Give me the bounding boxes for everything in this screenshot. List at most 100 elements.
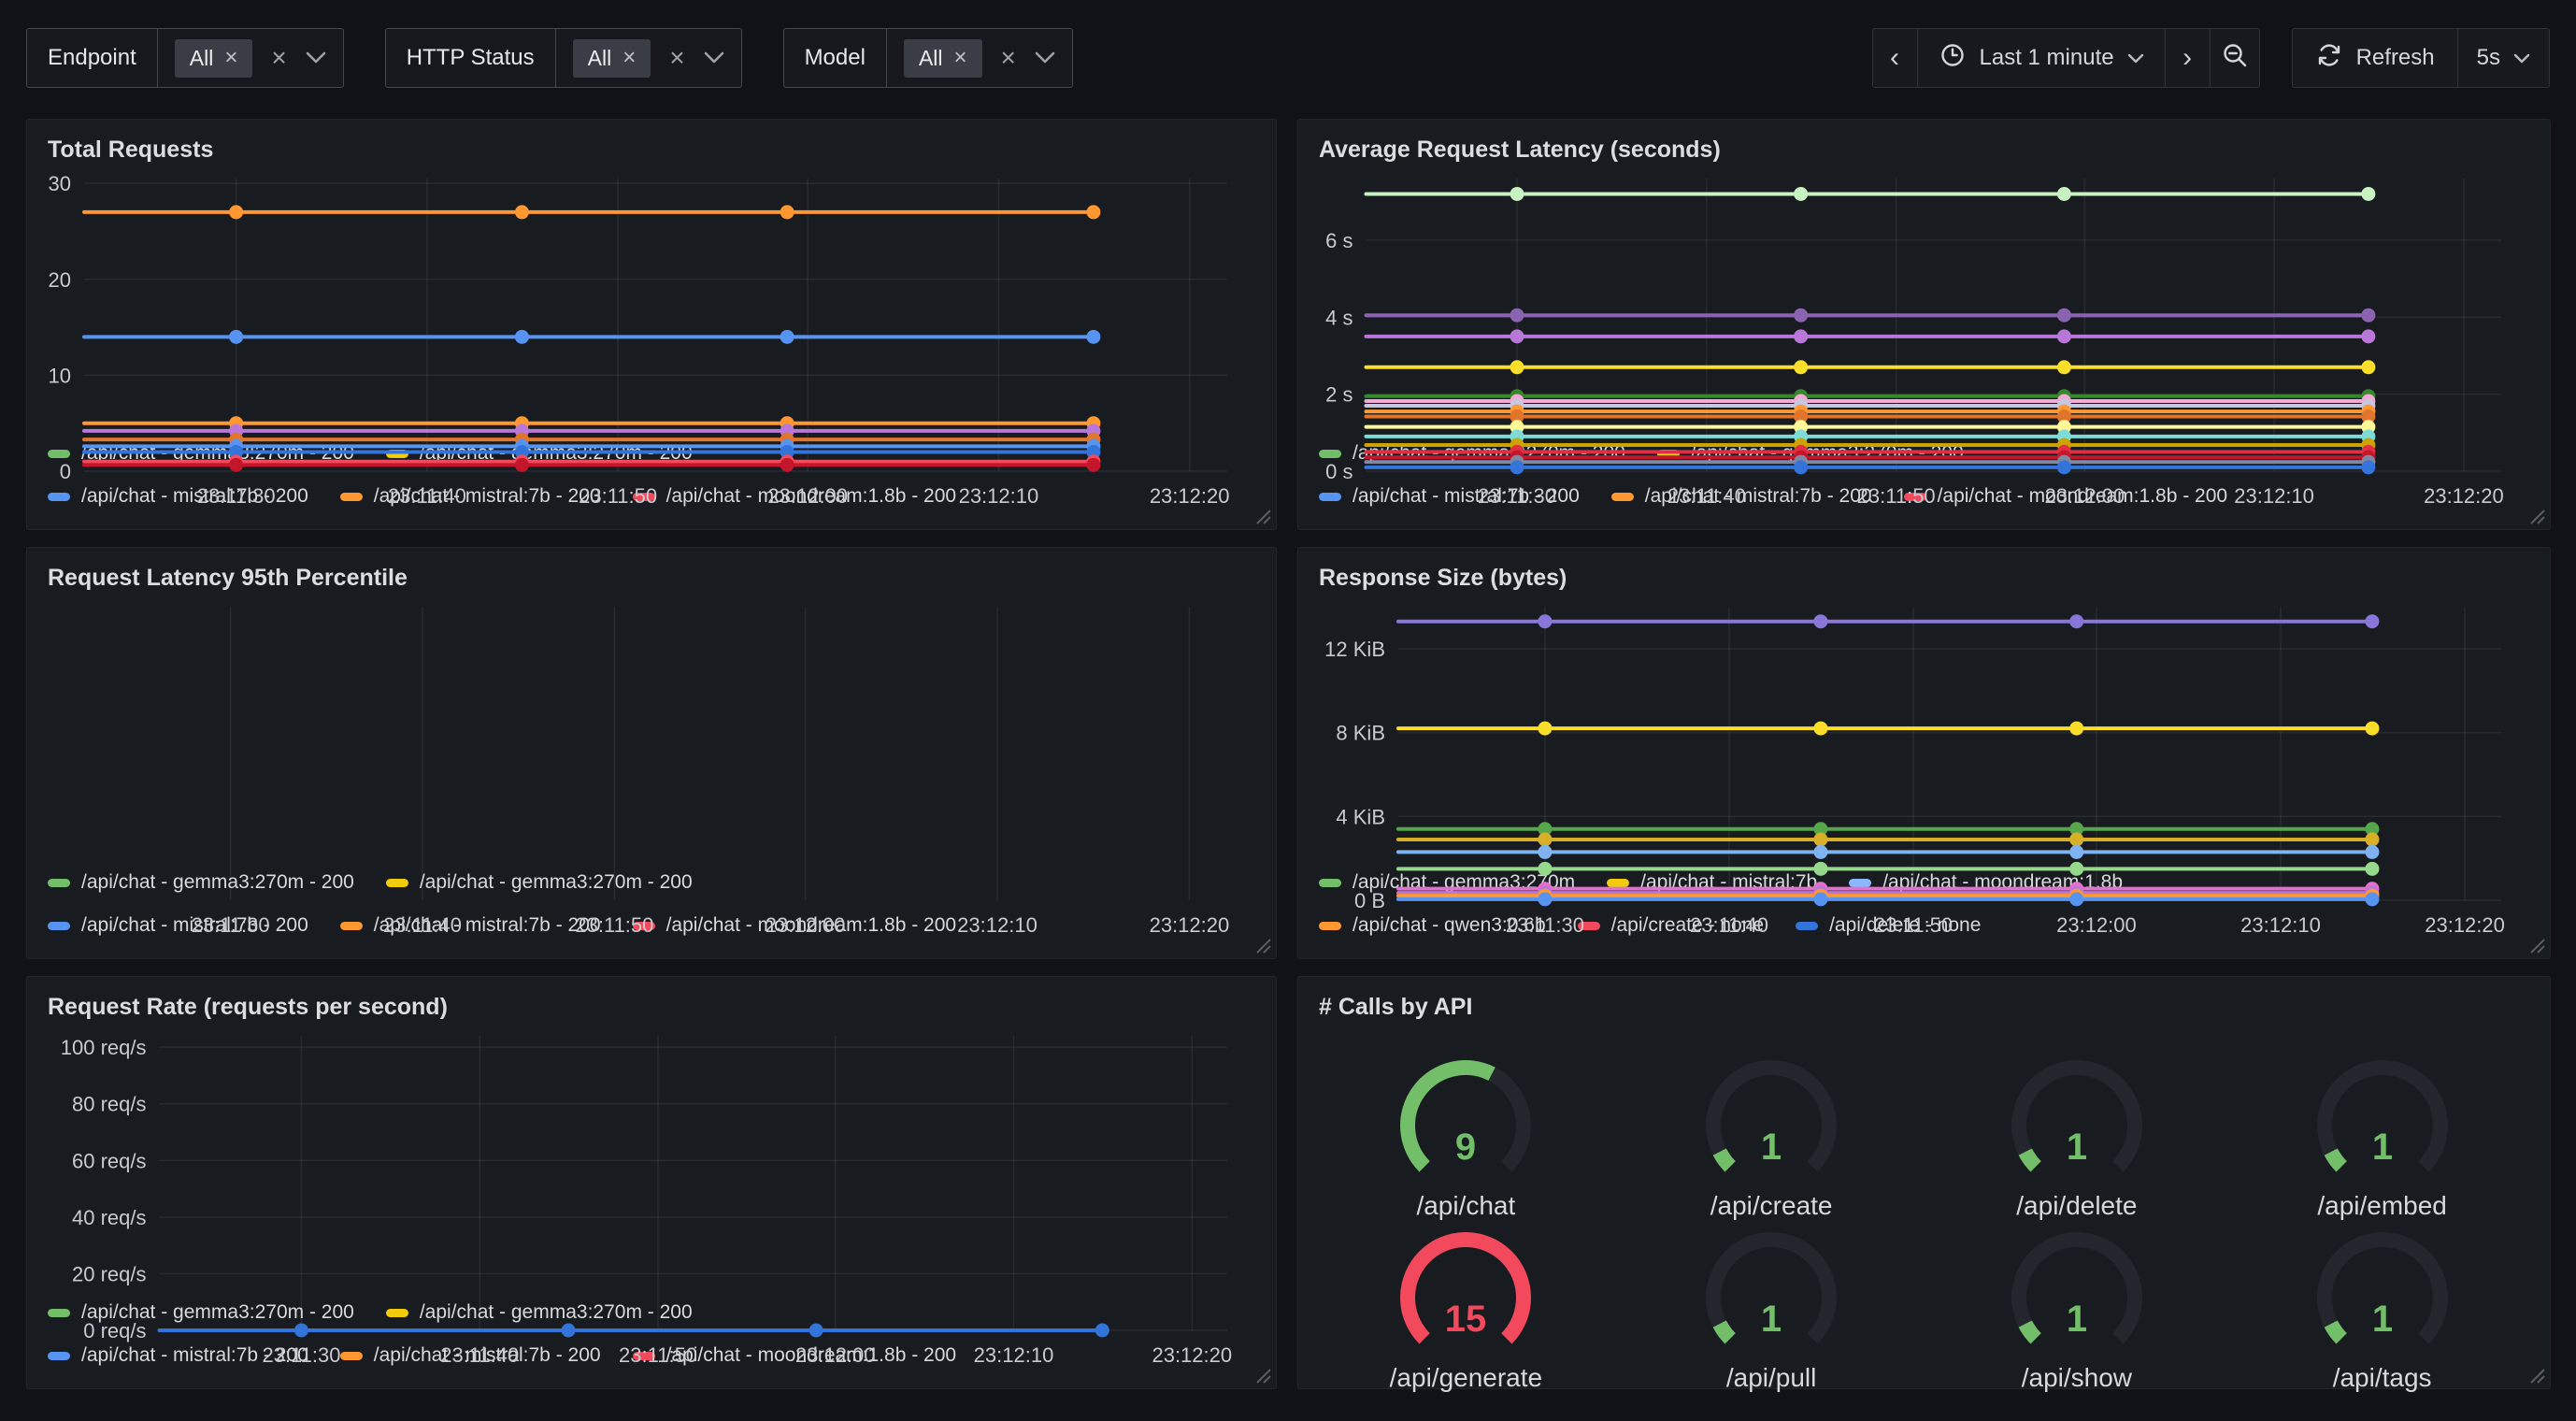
filter-model-pill[interactable]: All × <box>904 39 982 78</box>
gauge-arc: 1 <box>1996 1049 2157 1191</box>
time-range-button[interactable]: Last 1 minute <box>1917 28 2165 88</box>
series-point <box>1813 832 1827 846</box>
filter-endpoint-pill[interactable]: All × <box>175 39 253 78</box>
panel-latency-p95: Request Latency 95th Percentile 23:11:30… <box>26 547 1277 959</box>
series-point <box>780 330 794 344</box>
filter-bar: Endpoint All × × HTTP Status All × × <box>26 28 1073 88</box>
time-shift-forward-button[interactable]: › <box>2165 28 2210 88</box>
chart-total-requests[interactable]: 23:11:3023:11:4023:11:5023:12:0023:12:10… <box>35 167 1261 430</box>
series-point <box>2057 329 2071 343</box>
x-axis-tick-label: 23:11:50 <box>1874 913 1953 937</box>
series-point <box>2069 892 2083 906</box>
remove-icon[interactable]: × <box>623 47 636 69</box>
series-point <box>780 205 794 219</box>
y-axis-tick-label: 8 KiB <box>1336 722 1385 745</box>
x-axis-tick-label: 23:11:30 <box>1478 484 1556 508</box>
series-point <box>2361 460 2375 474</box>
gauge-value: 1 <box>1761 1127 1782 1168</box>
remove-icon[interactable]: × <box>954 47 967 69</box>
chevron-down-icon[interactable] <box>306 51 326 65</box>
series-point <box>809 1324 823 1338</box>
y-axis-tick-label: 0 s <box>1325 460 1352 483</box>
filter-endpoint-value[interactable]: All × × <box>158 29 343 87</box>
gauge-value: 1 <box>2067 1127 2087 1168</box>
series-point <box>1538 722 1552 736</box>
x-axis-tick-label: 23:11:40 <box>1667 484 1746 508</box>
chart-canvas[interactable]: 23:11:3023:11:4023:11:5023:12:0023:12:10… <box>35 1025 1261 1375</box>
series-point <box>1095 1324 1109 1338</box>
series-point <box>229 205 243 219</box>
remove-icon[interactable]: × <box>224 47 237 69</box>
series-point <box>1510 187 1524 201</box>
gauge-arc: 1 <box>2302 1221 2463 1363</box>
chart-canvas[interactable]: 23:11:3023:11:4023:11:5023:12:0023:12:10… <box>1306 167 2535 516</box>
y-axis-tick-label: 0 B <box>1354 889 1385 912</box>
filter-model[interactable]: Model All × × <box>783 28 1073 88</box>
series-point <box>1813 722 1827 736</box>
panel-resize-handle[interactable] <box>1253 507 1272 525</box>
zoom-out-time-button[interactable] <box>2210 28 2260 88</box>
panel-title[interactable]: Average Request Latency (seconds) <box>1298 120 2550 167</box>
chevron-down-icon[interactable] <box>1035 51 1055 65</box>
y-axis-tick-label: 0 <box>60 460 71 483</box>
gauge-api-embed: 1/api/embed <box>2229 1049 2535 1221</box>
refresh-button[interactable]: Refresh <box>2292 28 2457 88</box>
filter-endpoint[interactable]: Endpoint All × × <box>26 28 344 88</box>
panel-resize-handle[interactable] <box>1253 936 1272 955</box>
filter-http-status-value[interactable]: All × × <box>556 29 741 87</box>
gauge-arc: 1 <box>2302 1049 2463 1191</box>
chart-average-latency[interactable]: 23:11:3023:11:4023:11:5023:12:0023:12:10… <box>1306 167 2535 430</box>
series-point <box>2365 845 2379 859</box>
clear-icon[interactable]: × <box>669 45 684 71</box>
time-shift-back-button[interactable]: ‹ <box>1872 28 1917 88</box>
panel-resize-handle[interactable] <box>2527 936 2546 955</box>
refresh-interval-button[interactable]: 5s <box>2457 28 2550 88</box>
clear-icon[interactable]: × <box>1001 45 1016 71</box>
y-axis-tick-label: 10 <box>49 364 71 387</box>
series-point <box>1538 862 1552 876</box>
x-axis-tick-label: 23:12:00 <box>766 913 846 937</box>
panel-resize-handle[interactable] <box>2527 1366 2546 1385</box>
x-axis-tick-label: 23:12:20 <box>2425 913 2505 937</box>
panel-title[interactable]: Total Requests <box>27 120 1276 167</box>
chart-canvas[interactable]: 23:11:3023:11:4023:11:5023:12:0023:12:10… <box>35 596 1261 945</box>
panel-resize-handle[interactable] <box>1253 1366 1272 1385</box>
panel-resize-handle[interactable] <box>2527 507 2546 525</box>
filter-model-pill-text: All <box>919 46 943 71</box>
x-axis-tick-label: 23:12:00 <box>2044 484 2125 508</box>
y-axis-tick-label: 2 s <box>1325 383 1352 407</box>
y-axis-tick-label: 30 <box>49 172 71 195</box>
filter-http-status-pill[interactable]: All × <box>573 39 651 78</box>
series <box>84 205 1100 219</box>
chart-canvas[interactable]: 23:11:3023:11:4023:11:5023:12:0023:12:10… <box>35 167 1261 516</box>
panel-title[interactable]: Response Size (bytes) <box>1298 548 2550 596</box>
series-point <box>1813 892 1827 906</box>
x-axis-tick-label: 23:12:10 <box>959 484 1039 508</box>
chevron-down-icon[interactable] <box>704 51 724 65</box>
gauge-label: /api/create <box>1710 1191 1833 1221</box>
chart-canvas[interactable]: 23:11:3023:11:4023:11:5023:12:0023:12:10… <box>1306 596 2535 945</box>
series-point <box>2361 187 2375 201</box>
series-point <box>1086 458 1100 472</box>
series-point <box>1538 614 1552 628</box>
series <box>160 1324 1109 1338</box>
chart-response-size[interactable]: 23:11:3023:11:4023:11:5023:12:0023:12:10… <box>1306 596 2535 859</box>
series-point <box>1086 205 1100 219</box>
panel-title[interactable]: Request Latency 95th Percentile <box>27 548 1276 596</box>
panel-average-latency: Average Request Latency (seconds) 23:11:… <box>1297 119 2551 530</box>
clear-icon[interactable]: × <box>271 45 286 71</box>
gauge-api-delete: 1/api/delete <box>1925 1049 2230 1221</box>
filter-endpoint-pill-text: All <box>190 46 214 71</box>
filter-http-status[interactable]: HTTP Status All × × <box>385 28 742 88</box>
panel-title[interactable]: # Calls by API <box>1298 977 2550 1025</box>
panel-title[interactable]: Request Rate (requests per second) <box>27 977 1276 1025</box>
series-point <box>1510 329 1524 343</box>
series-point <box>2365 722 2379 736</box>
chart-latency-p95[interactable]: 23:11:3023:11:4023:11:5023:12:0023:12:10… <box>35 596 1261 859</box>
filter-model-value[interactable]: All × × <box>887 29 1072 87</box>
x-axis-tick-label: 23:12:00 <box>767 484 848 508</box>
x-axis-tick-label: 23:11:40 <box>388 484 466 508</box>
time-range-label: Last 1 minute <box>1980 45 2114 71</box>
series <box>1398 722 2379 736</box>
chart-request-rate[interactable]: 23:11:3023:11:4023:11:5023:12:0023:12:10… <box>35 1025 1261 1289</box>
